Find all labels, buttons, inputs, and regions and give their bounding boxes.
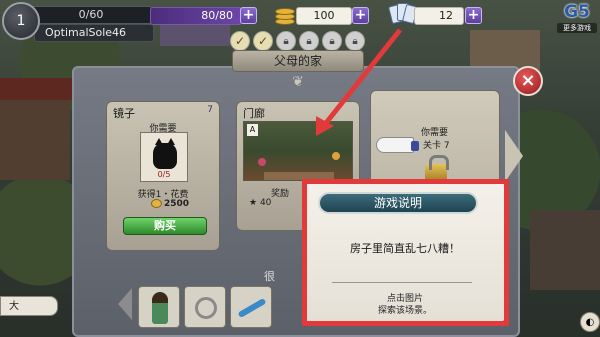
location-title: 父母的家: [232, 50, 364, 72]
level-badge: 1: [2, 2, 40, 40]
ornament-icon: ❦: [292, 74, 304, 90]
game-screen: 0/60 1 OptimalSole46 80/80 + 100 + 12 + …: [0, 0, 600, 337]
